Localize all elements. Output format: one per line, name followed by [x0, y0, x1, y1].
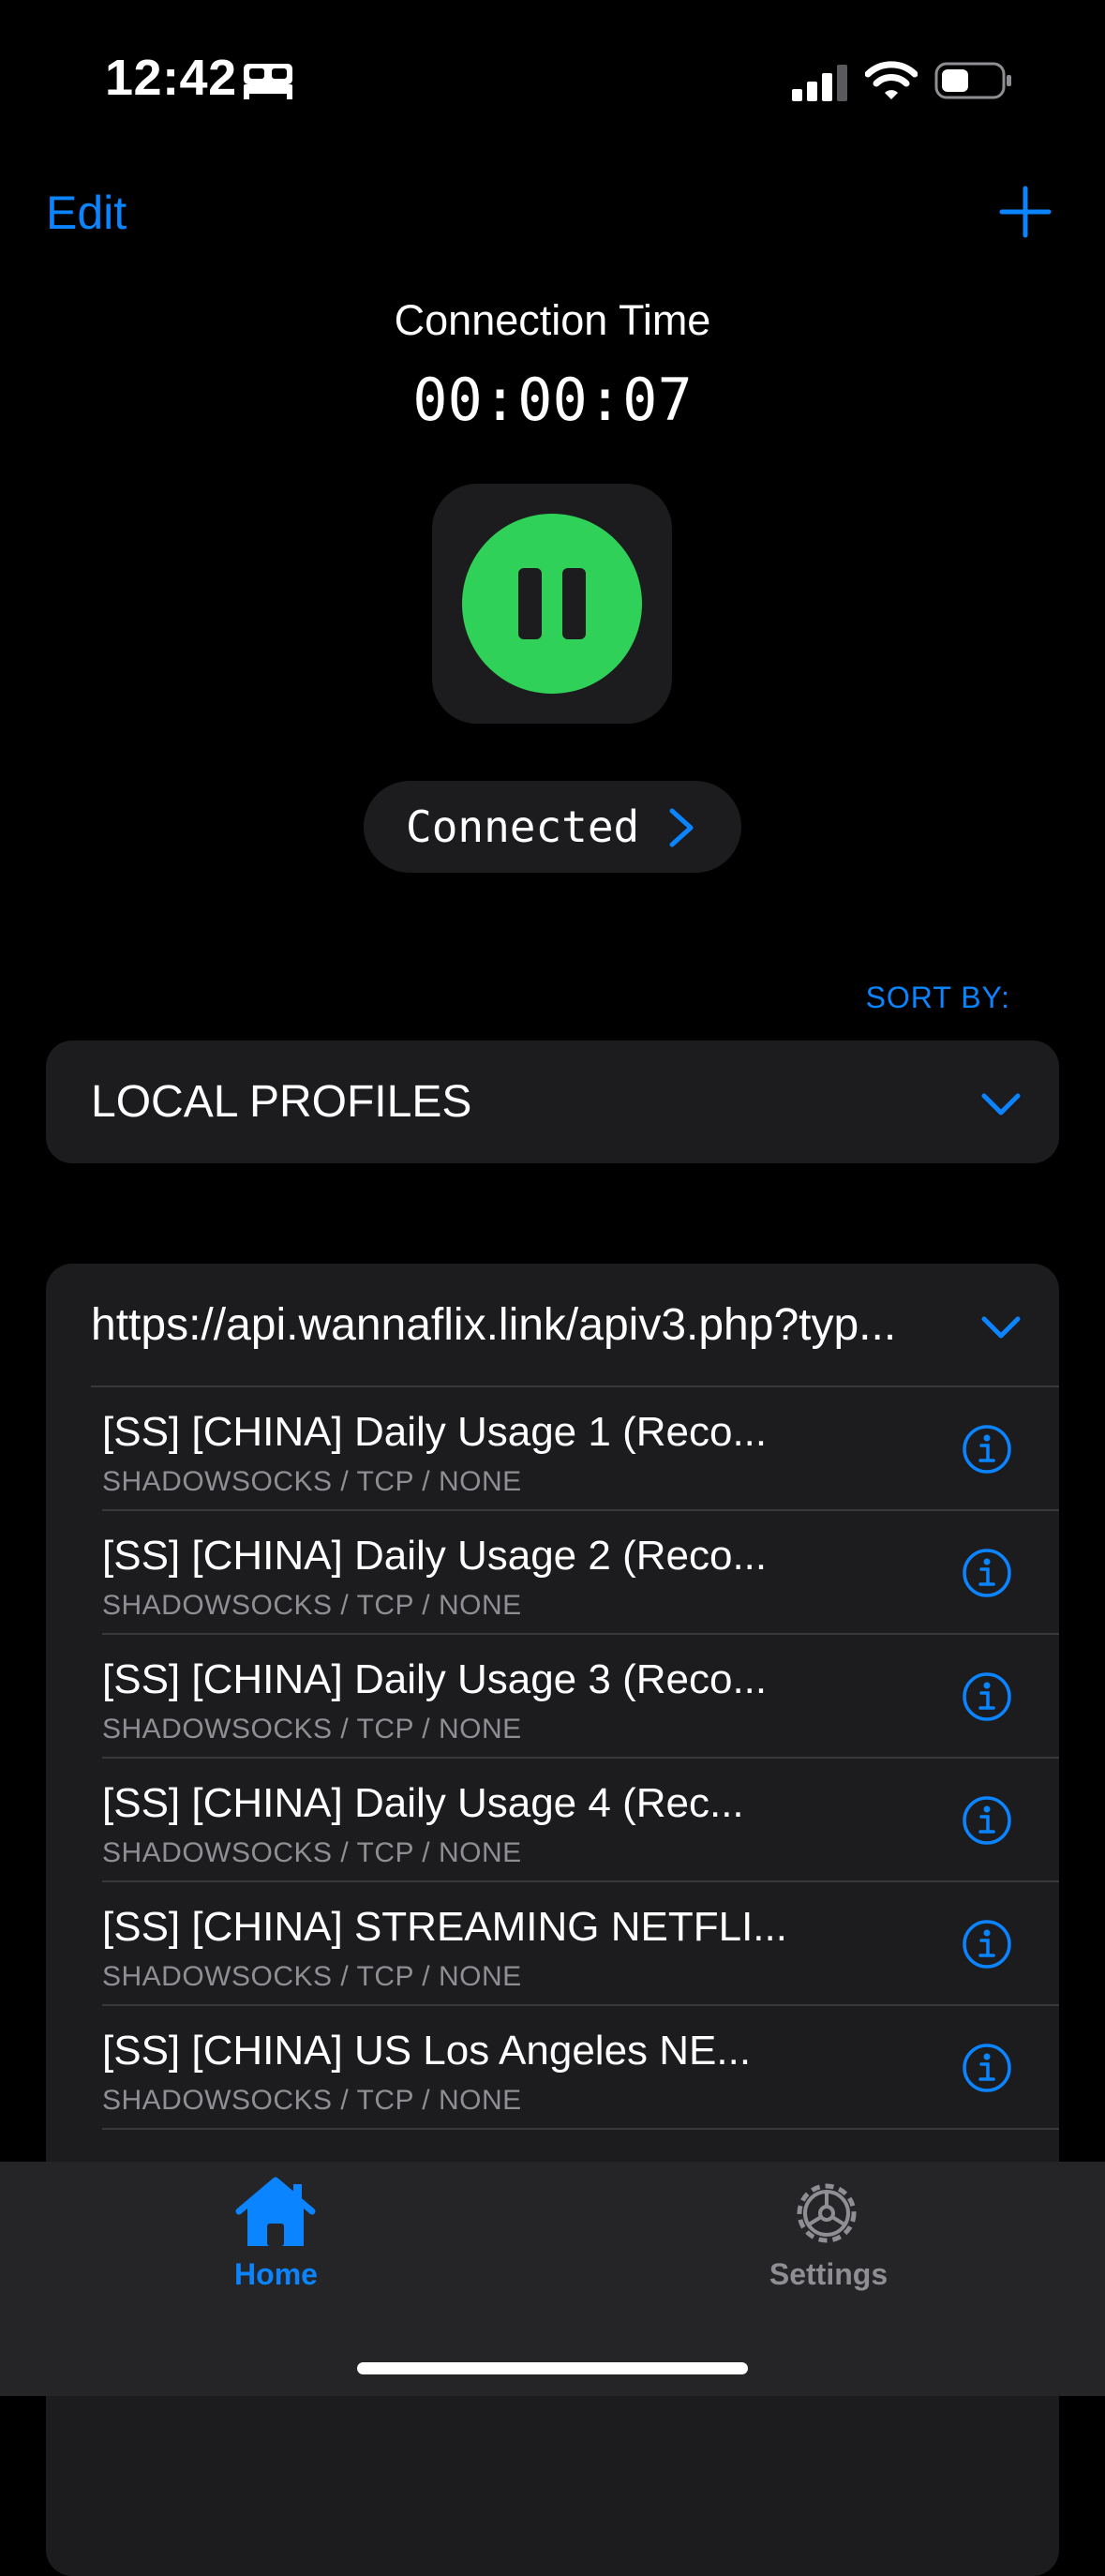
connection-timer: 00:00:07: [412, 366, 693, 434]
divider: [102, 1757, 1059, 1759]
server-name[interactable]: [SS] [CHINA] Daily Usage 3 (Reco...: [102, 1656, 767, 1703]
server-protocol: SHADOWSOCKS / TCP / NONE: [102, 1837, 522, 1868]
server-name[interactable]: [SS] [CHINA] US Los Angeles NE...: [102, 2028, 751, 2074]
connection-toggle-button[interactable]: [462, 514, 642, 694]
home-indicator[interactable]: [357, 2362, 748, 2374]
connection-time-title: Connection Time: [394, 296, 711, 344]
info-icon[interactable]: [962, 1919, 1012, 1969]
info-icon[interactable]: [962, 2043, 1012, 2093]
sort-by-button[interactable]: SORT BY:: [866, 981, 1010, 1015]
divider: [102, 2128, 1059, 2130]
divider: [102, 1633, 1059, 1635]
local-profiles-label: LOCAL PROFILES: [91, 1077, 472, 1127]
cellular-signal-icon: [792, 65, 847, 101]
pause-icon: [518, 568, 542, 639]
server-name[interactable]: [SS] [CHINA] Daily Usage 2 (Reco...: [102, 1533, 767, 1580]
house-icon[interactable]: [234, 2177, 317, 2250]
server-protocol: SHADOWSOCKS / TCP / NONE: [102, 1590, 522, 1621]
info-icon[interactable]: [962, 1671, 1012, 1722]
divider: [102, 2004, 1059, 2006]
server-name[interactable]: [SS] [CHINA] Daily Usage 4 (Rec...: [102, 1780, 744, 1827]
server-name[interactable]: [SS] [CHINA] STREAMING NETFLI...: [102, 1904, 787, 1951]
wifi-icon: [865, 61, 918, 99]
add-icon[interactable]: [999, 186, 1052, 238]
server-protocol: SHADOWSOCKS / TCP / NONE: [102, 1961, 522, 1992]
subscription-url[interactable]: https://api.wannaflix.link/apiv3.php?typ…: [91, 1299, 953, 1351]
chevron-right-icon: [669, 808, 694, 847]
chevron-down-icon[interactable]: [980, 1314, 1022, 1340]
pause-icon-bar: [562, 568, 586, 639]
server-protocol: SHADOWSOCKS / TCP / NONE: [102, 1714, 522, 1745]
gear-icon[interactable]: [790, 2177, 863, 2250]
edit-button[interactable]: Edit: [46, 186, 127, 240]
tab-home[interactable]: Home: [0, 2257, 552, 2292]
info-icon[interactable]: [962, 1424, 1012, 1475]
tab-settings[interactable]: Settings: [552, 2257, 1105, 2292]
status-time: 12:42: [105, 50, 237, 106]
server-name[interactable]: [SS] [CHINA] Daily Usage 1 (Reco...: [102, 1409, 767, 1456]
info-icon[interactable]: [962, 1548, 1012, 1598]
info-icon[interactable]: [962, 1795, 1012, 1846]
divider: [91, 1385, 1059, 1387]
divider: [102, 1880, 1059, 1882]
divider: [102, 1509, 1059, 1511]
server-protocol: SHADOWSOCKS / TCP / NONE: [102, 1466, 522, 1497]
sleep-focus-icon: [244, 64, 292, 99]
connection-status-label: Connected: [406, 801, 640, 852]
chevron-down-icon[interactable]: [980, 1091, 1022, 1117]
battery-icon: [934, 62, 1011, 99]
server-protocol: SHADOWSOCKS / TCP / NONE: [102, 2085, 522, 2116]
